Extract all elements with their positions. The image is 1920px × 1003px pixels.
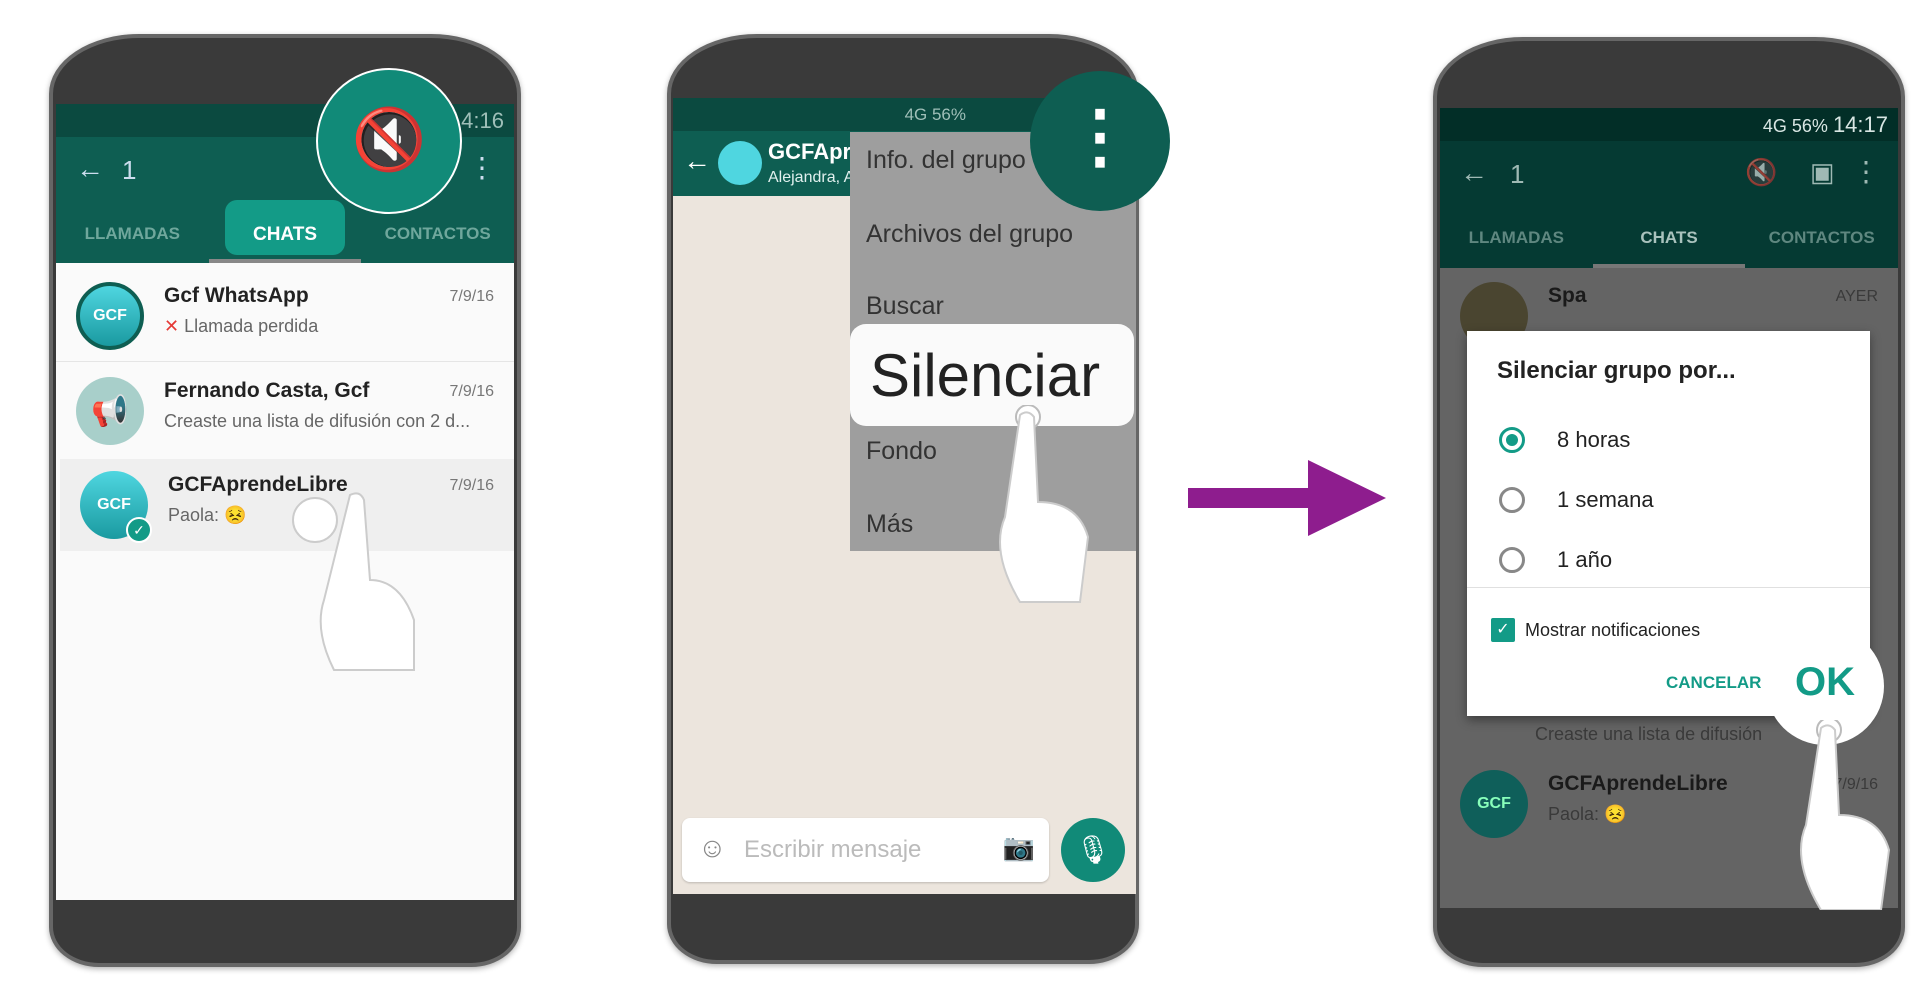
status-bar: 4G 56% 14:17	[1440, 108, 1898, 141]
tab-contactos[interactable]: CONTACTOS	[1745, 206, 1898, 268]
avatar: GCF	[76, 282, 144, 350]
tab-indicator	[208, 259, 362, 263]
chat-row[interactable]: GCF Gcf WhatsApp ✕ Llamada perdida 7/9/1…	[56, 270, 514, 362]
tab-label: CHATS	[252, 224, 318, 245]
chat-date: 7/9/16	[449, 288, 494, 305]
status-text: 4G 56%	[904, 105, 966, 124]
menu-item-info[interactable]: Info. del grupo	[866, 146, 1026, 175]
chat-date: AYER	[1835, 288, 1878, 305]
tab-bar: LLAMADAS CHATS CONTACTOS	[1440, 206, 1898, 268]
chat-message: Paola: 😣	[168, 505, 247, 525]
chat-subtitle: Alejandra, A	[768, 169, 855, 186]
more-options-callout[interactable]: ⋮	[1030, 71, 1170, 211]
option-label: 1 año	[1557, 547, 1613, 572]
mute-icon-callout: 🔇	[316, 68, 462, 214]
back-arrow-icon[interactable]: ←	[76, 153, 104, 185]
archive-icon[interactable]: ▣	[1810, 157, 1835, 188]
more-options-icon[interactable]: ⋮	[468, 151, 496, 184]
more-options-icon[interactable]: ⋮	[1852, 155, 1880, 188]
emoji-icon[interactable]: ☺	[698, 832, 727, 864]
chat-message: Paola: 😣	[1548, 804, 1627, 824]
option-1-semana[interactable]: 1 semana	[1467, 481, 1870, 521]
mic-button[interactable]: 🎙	[1061, 818, 1125, 882]
checkbox-label: Mostrar notificaciones	[1525, 620, 1701, 640]
avatar: GCF	[1460, 770, 1528, 838]
chat-name: Fernando Casta, Gcf	[164, 379, 370, 402]
tab-bar: LLAMADAS CHATS CONTACTOS	[56, 200, 514, 263]
hand-pointer-icon	[999, 405, 1090, 603]
message-input[interactable]: Escribir mensaje	[744, 836, 921, 864]
back-arrow-icon[interactable]: ←	[1460, 157, 1488, 189]
checkbox-checked-icon: ✓	[1491, 618, 1515, 642]
phone-1-screen: 14:16 ← 1 ⋮ LLAMADAS CHATS CONTACTOS GCF…	[56, 104, 514, 900]
status-text: 4G 56%	[1762, 116, 1828, 136]
mute-icon[interactable]: 🔇	[1745, 157, 1777, 188]
chat-row-selected[interactable]: GCF ✓ GCFAprendeLibre Paola: 😣 7/9/16	[60, 459, 514, 551]
microphone-icon: 🎙	[1075, 834, 1111, 865]
message-text: Llamada perdida	[184, 316, 319, 336]
group-avatar	[718, 141, 762, 185]
radio-button-selected[interactable]	[1499, 427, 1525, 453]
chat-name: Spa	[1548, 284, 1587, 307]
emoji-input-bar[interactable]: ☺ Escribir mensaje 📷	[682, 818, 1049, 882]
chat-row[interactable]: 📢 Fernando Casta, Gcf Creaste una lista …	[56, 365, 514, 457]
chat-date: 7/9/16	[449, 477, 494, 494]
hand-pointer-icon	[1800, 720, 1891, 910]
missed-call-icon: ✕	[164, 316, 180, 336]
tab-llamadas[interactable]: LLAMADAS	[1440, 206, 1593, 268]
chat-message: ✕ Llamada perdida	[164, 316, 318, 337]
menu-item-buscar[interactable]: Buscar	[866, 292, 944, 321]
radio-button[interactable]	[1499, 487, 1525, 513]
chat-name: Gcf WhatsApp	[164, 284, 309, 307]
camera-icon[interactable]: 📷	[1003, 832, 1035, 863]
selected-count: 1	[1510, 159, 1525, 189]
tab-chats[interactable]: CHATS	[208, 200, 362, 263]
tab-llamadas[interactable]: LLAMADAS	[56, 202, 209, 263]
hand-pointer-icon	[292, 492, 415, 671]
next-step-arrow-icon	[1188, 460, 1386, 536]
status-time: 14:17	[1832, 112, 1888, 137]
option-1-ano[interactable]: 1 año	[1467, 541, 1870, 581]
option-label: 8 horas	[1557, 427, 1631, 452]
menu-item-archivos[interactable]: Archivos del grupo	[866, 220, 1073, 249]
divider	[1467, 587, 1870, 588]
menu-item-fondo[interactable]: Fondo	[866, 437, 937, 466]
chat-message: Creaste una lista de difusión	[1535, 724, 1763, 744]
chat-message: Creaste una lista de difusión con 2 d...	[164, 411, 471, 431]
radio-button[interactable]	[1499, 547, 1525, 573]
dialog-title: Silenciar grupo por...	[1497, 357, 1736, 384]
selected-count: 1	[122, 155, 137, 185]
menu-item-mas[interactable]: Más	[866, 510, 913, 539]
selection-toolbar: ← 1 🔇 ▣ ⋮	[1440, 141, 1898, 206]
chat-date: 7/9/16	[449, 383, 494, 400]
more-options-icon: ⋮	[1065, 97, 1135, 175]
chat-name: GCFAprendeLibre	[1548, 772, 1728, 795]
tab-chats[interactable]: CHATS	[1592, 206, 1746, 268]
option-label: 1 semana	[1557, 487, 1654, 512]
selected-check-icon: ✓	[126, 517, 152, 543]
broadcast-avatar-icon: 📢	[76, 377, 144, 445]
option-8-horas[interactable]: 8 horas	[1467, 421, 1870, 461]
cancel-button[interactable]: CANCELAR	[1666, 673, 1761, 693]
back-arrow-icon[interactable]: ←	[683, 145, 711, 177]
